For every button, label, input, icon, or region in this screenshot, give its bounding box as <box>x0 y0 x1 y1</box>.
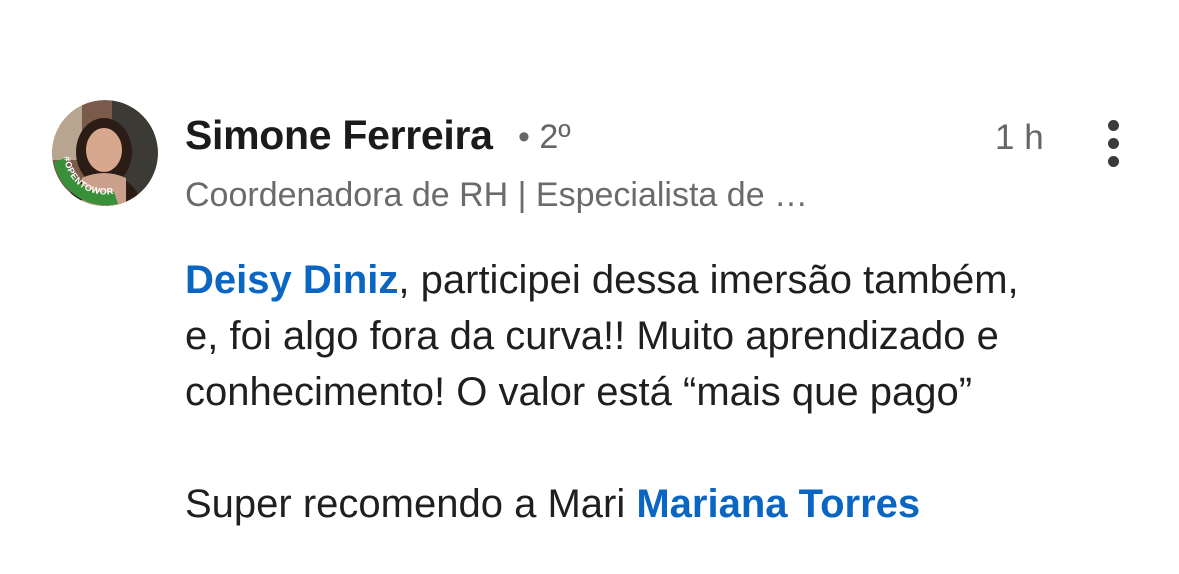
mention-link[interactable]: Mariana Torres <box>636 482 920 526</box>
comment-body: Deisy Diniz, participei dessa imersão ta… <box>185 252 1145 532</box>
comment-text: conhecimento! O valor está “mais que pag… <box>185 370 973 414</box>
comment-paragraph: Super recomendo a Mari Mariana Torres <box>185 476 1145 532</box>
comment-text: e, foi algo fora da curva!! Muito aprend… <box>185 314 999 358</box>
more-vertical-icon <box>1108 120 1119 131</box>
comment-text: , participei dessa imersão também, <box>398 258 1019 302</box>
author-headline[interactable]: Coordenadora de RH | Especialista de … <box>185 176 808 215</box>
comment-card: #OPENTOWORK Simone Ferreira • 2º 1 h Coo… <box>0 0 1179 574</box>
connection-degree: • 2º <box>518 118 571 156</box>
author-name[interactable]: Simone Ferreira <box>185 112 493 159</box>
mention-link[interactable]: Deisy Diniz <box>185 258 398 302</box>
more-options-button[interactable] <box>1096 118 1132 168</box>
comment-text: Super recomendo a Mari <box>185 482 637 526</box>
avatar-opentowork-image: #OPENTOWORK <box>52 100 158 206</box>
comment-timestamp: 1 h <box>995 118 1044 157</box>
comment-paragraph: Deisy Diniz, participei dessa imersão ta… <box>185 252 1145 420</box>
author-avatar[interactable]: #OPENTOWORK <box>52 100 158 206</box>
